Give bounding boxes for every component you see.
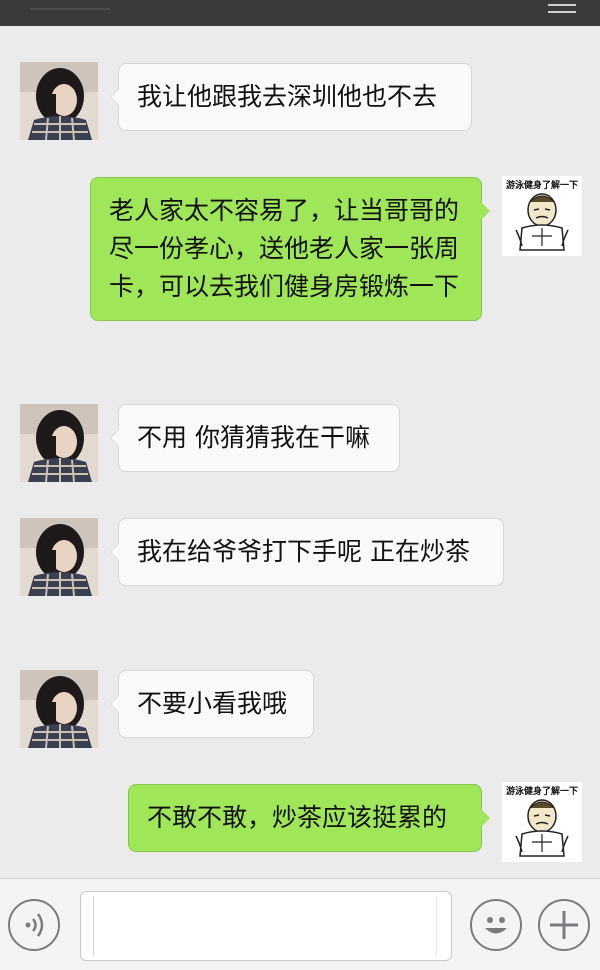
message-bubble[interactable]: 不要小看我哦	[110, 670, 314, 738]
avatar[interactable]	[20, 62, 98, 140]
plus-button[interactable]	[538, 899, 590, 951]
avatar[interactable]	[20, 518, 98, 596]
input-guide-line	[93, 896, 94, 956]
status-bar-obscured-text	[30, 8, 110, 18]
message-text: 我让他跟我去深圳他也不去	[137, 82, 438, 111]
sticker-avatar[interactable]: 游泳健身了解一下	[502, 176, 582, 256]
plus-icon	[550, 911, 578, 939]
input-bar	[0, 878, 600, 970]
emoji-icon	[485, 917, 507, 934]
input-guide-line	[436, 896, 437, 956]
message-bubble[interactable]: 我在给爷爷打下手呢 正在炒茶	[110, 518, 504, 586]
message-bubble[interactable]: 老人家太不容易了，让当哥哥的尽一份孝心，送他老人家一张周卡，可以去我们健身房锻炼…	[90, 177, 490, 321]
avatar-photo	[20, 62, 98, 140]
avatar-photo	[20, 404, 98, 482]
meme-face-muscle-icon	[515, 799, 569, 857]
voice-icon	[25, 913, 44, 937]
avatar[interactable]	[20, 404, 98, 482]
message-text: 老人家太不容易了，让当哥哥的尽一份孝心，送他老人家一张周卡，可以去我们健身房锻炼…	[109, 196, 460, 301]
voice-button[interactable]	[8, 899, 60, 951]
sticker-avatar[interactable]: 游泳健身了解一下	[502, 782, 582, 862]
avatar[interactable]	[20, 670, 98, 748]
message-text: 不敢不敢，炒茶应该挺累的	[147, 803, 448, 832]
message-text: 我在给爷爷打下手呢 正在炒茶	[137, 537, 470, 566]
avatar-photo	[20, 670, 98, 748]
status-bar	[0, 0, 600, 26]
message-text: 不用 你猜猜我在干嘛	[137, 423, 370, 452]
message-bubble[interactable]: 不用 你猜猜我在干嘛	[110, 404, 400, 472]
menu-icon[interactable]	[548, 4, 576, 20]
meme-face-muscle-icon	[515, 193, 569, 251]
message-input[interactable]	[80, 891, 452, 961]
message-bubble[interactable]: 不敢不敢，炒茶应该挺累的	[128, 784, 490, 852]
message-bubble[interactable]: 我让他跟我去深圳他也不去	[110, 63, 472, 131]
chat-area[interactable]: 我让他跟我去深圳他也不去 老人家太不容易了，让当哥哥的尽一份孝心，送他老人家一张…	[0, 26, 600, 878]
avatar-photo	[20, 518, 98, 596]
emoji-button[interactable]	[470, 899, 522, 951]
message-text: 不要小看我哦	[137, 689, 288, 718]
